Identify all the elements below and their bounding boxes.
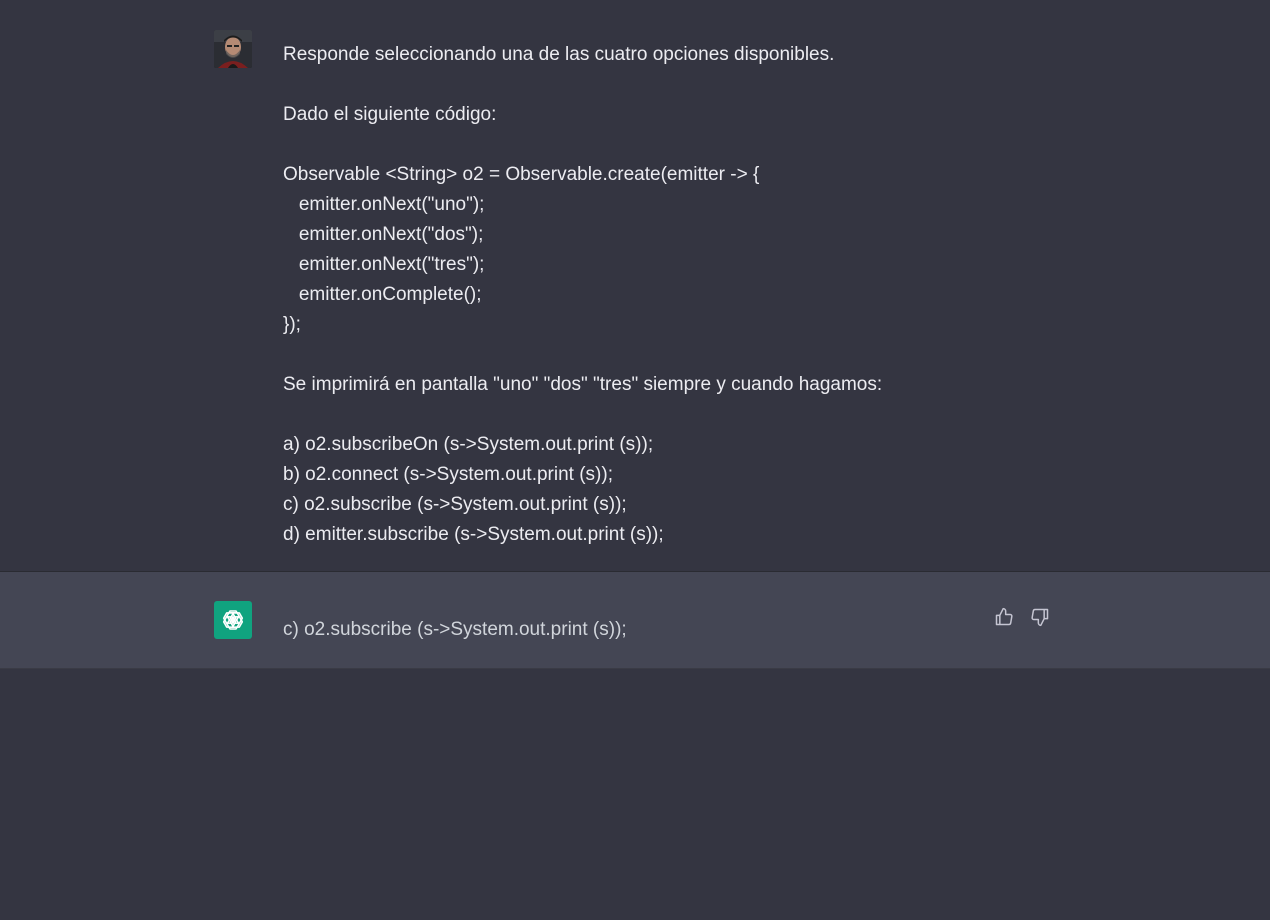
message-line: c) o2.subscribe (s->System.out.print (s)… (283, 494, 627, 515)
thumbs-up-button[interactable] (993, 606, 1015, 628)
user-message-text: Responde seleccionando una de las cuatro… (283, 40, 1043, 550)
assistant-avatar (214, 601, 252, 639)
chat-page: Responde seleccionando una de las cuatro… (0, 0, 1270, 920)
assistant-message: c) o2.subscribe (s->System.out.print (s)… (0, 572, 1270, 669)
message-line: b) o2.connect (s->System.out.print (s)); (283, 464, 613, 485)
message-line: Dado el siguiente código: (283, 104, 497, 125)
thumbs-down-icon (1031, 608, 1049, 627)
openai-logo-icon (222, 610, 244, 630)
message-line: emitter.onNext("tres"); (283, 254, 485, 275)
message-line: }); (283, 314, 301, 335)
user-message: Responde seleccionando una de las cuatro… (0, 0, 1270, 572)
message-line: emitter.onNext("dos"); (283, 224, 484, 245)
message-line: d) emitter.subscribe (s->System.out.prin… (283, 524, 664, 545)
message-line: Observable <String> o2 = Observable.crea… (283, 164, 760, 185)
message-line: Se imprimirá en pantalla "uno" "dos" "tr… (283, 374, 883, 395)
user-photo-icon (214, 30, 252, 68)
message-line: Responde seleccionando una de las cuatro… (283, 44, 835, 65)
user-avatar (214, 30, 252, 68)
thumbs-down-button[interactable] (1029, 606, 1051, 628)
message-line: emitter.onComplete(); (283, 284, 482, 305)
feedback-buttons (993, 606, 1051, 628)
message-line: a) o2.subscribeOn (s->System.out.print (… (283, 434, 654, 455)
message-line: emitter.onNext("uno"); (283, 194, 485, 215)
assistant-answer-text: c) o2.subscribe (s->System.out.print (s)… (283, 619, 627, 640)
thumbs-up-icon (995, 607, 1013, 626)
